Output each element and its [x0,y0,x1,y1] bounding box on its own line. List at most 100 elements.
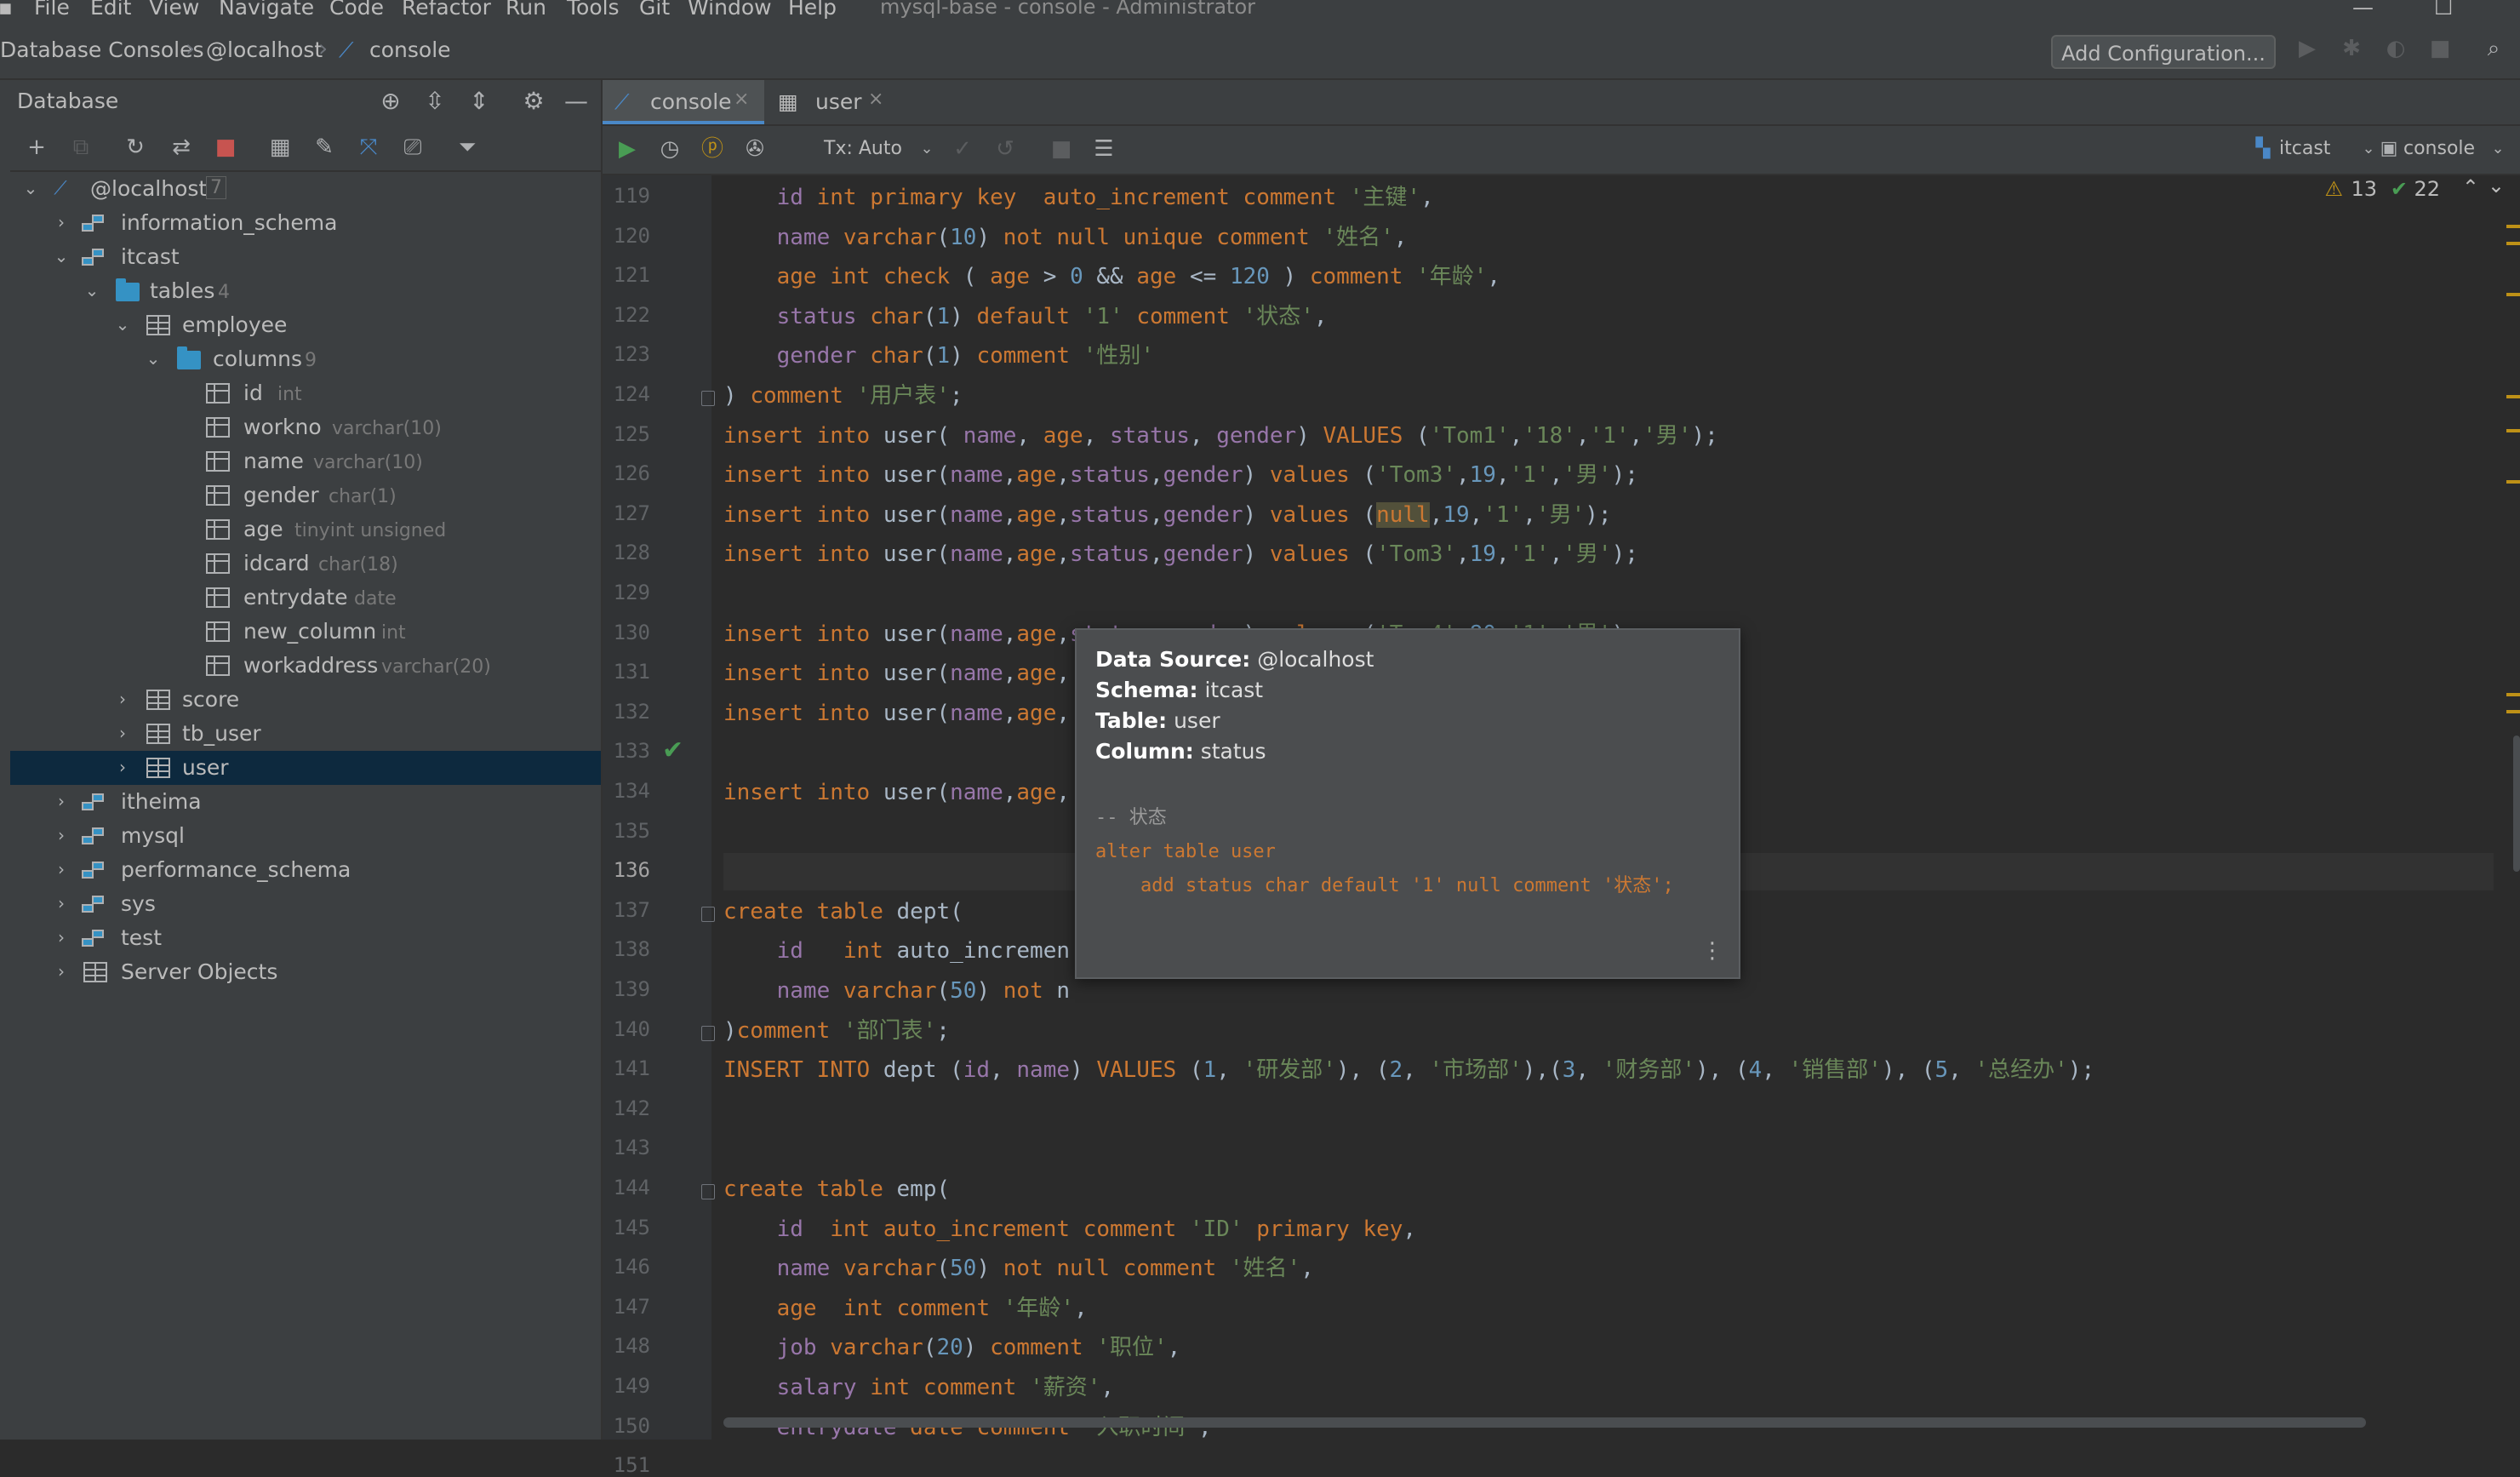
chevron-right-icon[interactable]: › [112,720,133,746]
refresh-icon[interactable]: ↻ [121,133,150,162]
explain-plan-icon[interactable]: ⓟ [698,135,727,163]
code-line[interactable]: job varchar(20) comment '职位', [723,1329,1181,1366]
expand-all-icon[interactable]: ⇳ [420,87,449,116]
menu-file[interactable]: File [34,0,70,20]
tree-item-column-entrydate[interactable]: entrydate date [10,581,601,615]
menu-tools[interactable]: Tools [567,0,620,20]
tree-item-server-objects[interactable]: › Server Objects [10,955,601,989]
jump-to-console-icon[interactable]: ⤧ [354,133,383,162]
collapse-all-icon[interactable]: ⇕ [465,87,494,116]
breadcrumb-console[interactable]: console [369,37,451,62]
code-line[interactable]: age int comment '年龄', [723,1290,1088,1327]
code-line[interactable]: insert into user(name,age, [723,695,1070,732]
fold-marker-icon[interactable] [701,906,715,922]
chevron-down-icon[interactable]: ⌄ [20,175,41,201]
inspection-widget[interactable]: ⚠ 13 ✔ 22 ⌃ ⌄ [2292,174,2505,211]
query-console-icon[interactable]: ⎚ [398,133,427,162]
chevron-right-icon[interactable]: › [51,890,71,916]
code-line[interactable]: status char(1) default '1' comment '状态', [723,298,1328,335]
schema-sync-icon[interactable]: ⇄ [167,133,196,162]
execute-icon[interactable]: ▶ [613,135,642,163]
chevron-down-icon[interactable]: ⌄ [2483,135,2512,163]
history-icon[interactable]: ◷ [655,135,684,163]
tree-item-column-gender[interactable]: gender char(1) [10,478,601,512]
code-line[interactable]: age int check ( age > 0 && age <= 120 ) … [723,258,1500,295]
menu-edit[interactable]: Edit [90,0,131,20]
code-line[interactable]: create table emp( [723,1171,950,1208]
tree-item-score[interactable]: › score [10,683,601,717]
tree-item-column-idcard[interactable]: idcard char(18) [10,547,601,581]
more-options-icon[interactable]: ⋮ [1701,938,1723,964]
code-line[interactable]: name varchar(10) not null unique comment… [723,219,1408,256]
tree-item-itcast[interactable]: ⌄ itcast [10,240,601,274]
breadcrumb-localhost[interactable]: @localhost [206,37,323,62]
tab-console[interactable]: ⟋ console × [603,80,764,124]
chevron-right-icon[interactable]: › [112,754,133,780]
output-layout-icon[interactable]: ☰ [1089,135,1118,163]
tree-item-column-id[interactable]: id int [10,376,601,410]
transaction-mode-dropdown[interactable]: Tx: Auto [824,138,902,159]
add-configuration-button[interactable]: Add Configuration... [2051,35,2276,69]
code-line[interactable]: insert into user( name, age, status, gen… [723,417,1718,455]
search-icon[interactable]: ⌕ [2481,36,2506,61]
chevron-right-icon[interactable]: › [51,925,71,950]
tree-item-sys[interactable]: › sys [10,887,601,921]
tree-item-columns[interactable]: ⌄ columns 9 [10,342,601,376]
chevron-down-icon[interactable]: ⌄ [912,135,941,163]
disconnect-icon[interactable]: ■ [211,133,240,162]
chevron-right-icon[interactable]: › [112,686,133,712]
edit-icon[interactable]: ✎ [310,133,339,162]
tree-item-column-name[interactable]: name varchar(10) [10,444,601,478]
code-line[interactable]: id int auto_increment comment 'ID' prima… [723,1211,1416,1248]
debug-icon[interactable]: ✱ [2339,36,2364,61]
chevron-right-icon[interactable]: › [51,959,71,984]
tree-item-test[interactable]: › test [10,921,601,955]
chevron-down-icon[interactable]: ⌄ [112,312,133,337]
chevron-right-icon[interactable]: › [51,856,71,882]
session-selector[interactable]: console [2403,138,2475,159]
menu-code[interactable]: Code [329,0,384,20]
fold-marker-icon[interactable] [701,1025,715,1041]
gear-icon[interactable]: ⚙ [519,87,548,116]
code-line[interactable]: INSERT INTO dept (id, name) VALUES (1, '… [723,1051,2094,1089]
minimize-icon[interactable]: — [2352,0,2374,20]
tree-item-mysql[interactable]: › mysql [10,819,601,853]
menu-help[interactable]: Help [788,0,837,20]
menu-navigate[interactable]: Navigate [219,0,314,20]
menu-run[interactable]: Run [506,0,546,20]
filter-icon[interactable]: ⏷ [453,133,482,162]
tree-item-tables[interactable]: ⌄ tables 4 [10,274,601,308]
code-line[interactable]: name varchar(50) not null comment '姓名', [723,1250,1314,1287]
run-icon[interactable]: ▶ [2294,36,2320,61]
chevron-right-icon[interactable]: › [51,822,71,848]
tree-item-information-schema[interactable]: › information_schema [10,206,601,240]
settings-wrench-icon[interactable]: ✇ [740,135,769,163]
coverage-icon[interactable]: ◐ [2383,36,2409,61]
chevron-down-icon[interactable]: ⌄ [82,278,102,303]
tree-item-column-age[interactable]: age tinyint unsigned [10,512,601,547]
code-line[interactable]: create table dept( [723,893,963,930]
code-line[interactable]: gender char(1) comment '性别' [723,337,1154,375]
maximize-icon[interactable]: ☐ [2434,0,2453,20]
menu-view[interactable]: View [149,0,199,20]
tree-item-column-workno[interactable]: workno varchar(10) [10,410,601,444]
tree-item-performance-schema[interactable]: › performance_schema [10,853,601,887]
close-icon[interactable]: × [734,89,749,110]
chevron-down-icon[interactable]: ⌄ [51,243,71,269]
table-editor-icon[interactable]: ▦ [266,133,294,162]
vertical-scrollbar[interactable] [2513,736,2520,872]
tree-item-user[interactable]: › user [10,751,601,785]
stop-icon[interactable]: ■ [2427,36,2453,61]
tree-item-column-workaddress[interactable]: workaddress varchar(20) [10,649,601,683]
cancel-query-icon[interactable]: ■ [1047,135,1076,163]
code-line[interactable]: id int auto_incremen [723,932,1070,970]
chevron-up-icon[interactable]: ⌃ [2462,175,2479,199]
schema-selector[interactable]: itcast [2279,138,2330,159]
add-icon[interactable]: + [22,133,51,162]
copy-icon[interactable]: ⧉ [66,133,95,162]
tree-item-column-new-column[interactable]: new_column int [10,615,601,649]
fold-marker-icon[interactable] [701,1184,715,1199]
code-line[interactable]: )comment '部门表'; [723,1012,950,1050]
menu-window[interactable]: Window [688,0,772,20]
tree-item-itheima[interactable]: › itheima [10,785,601,819]
